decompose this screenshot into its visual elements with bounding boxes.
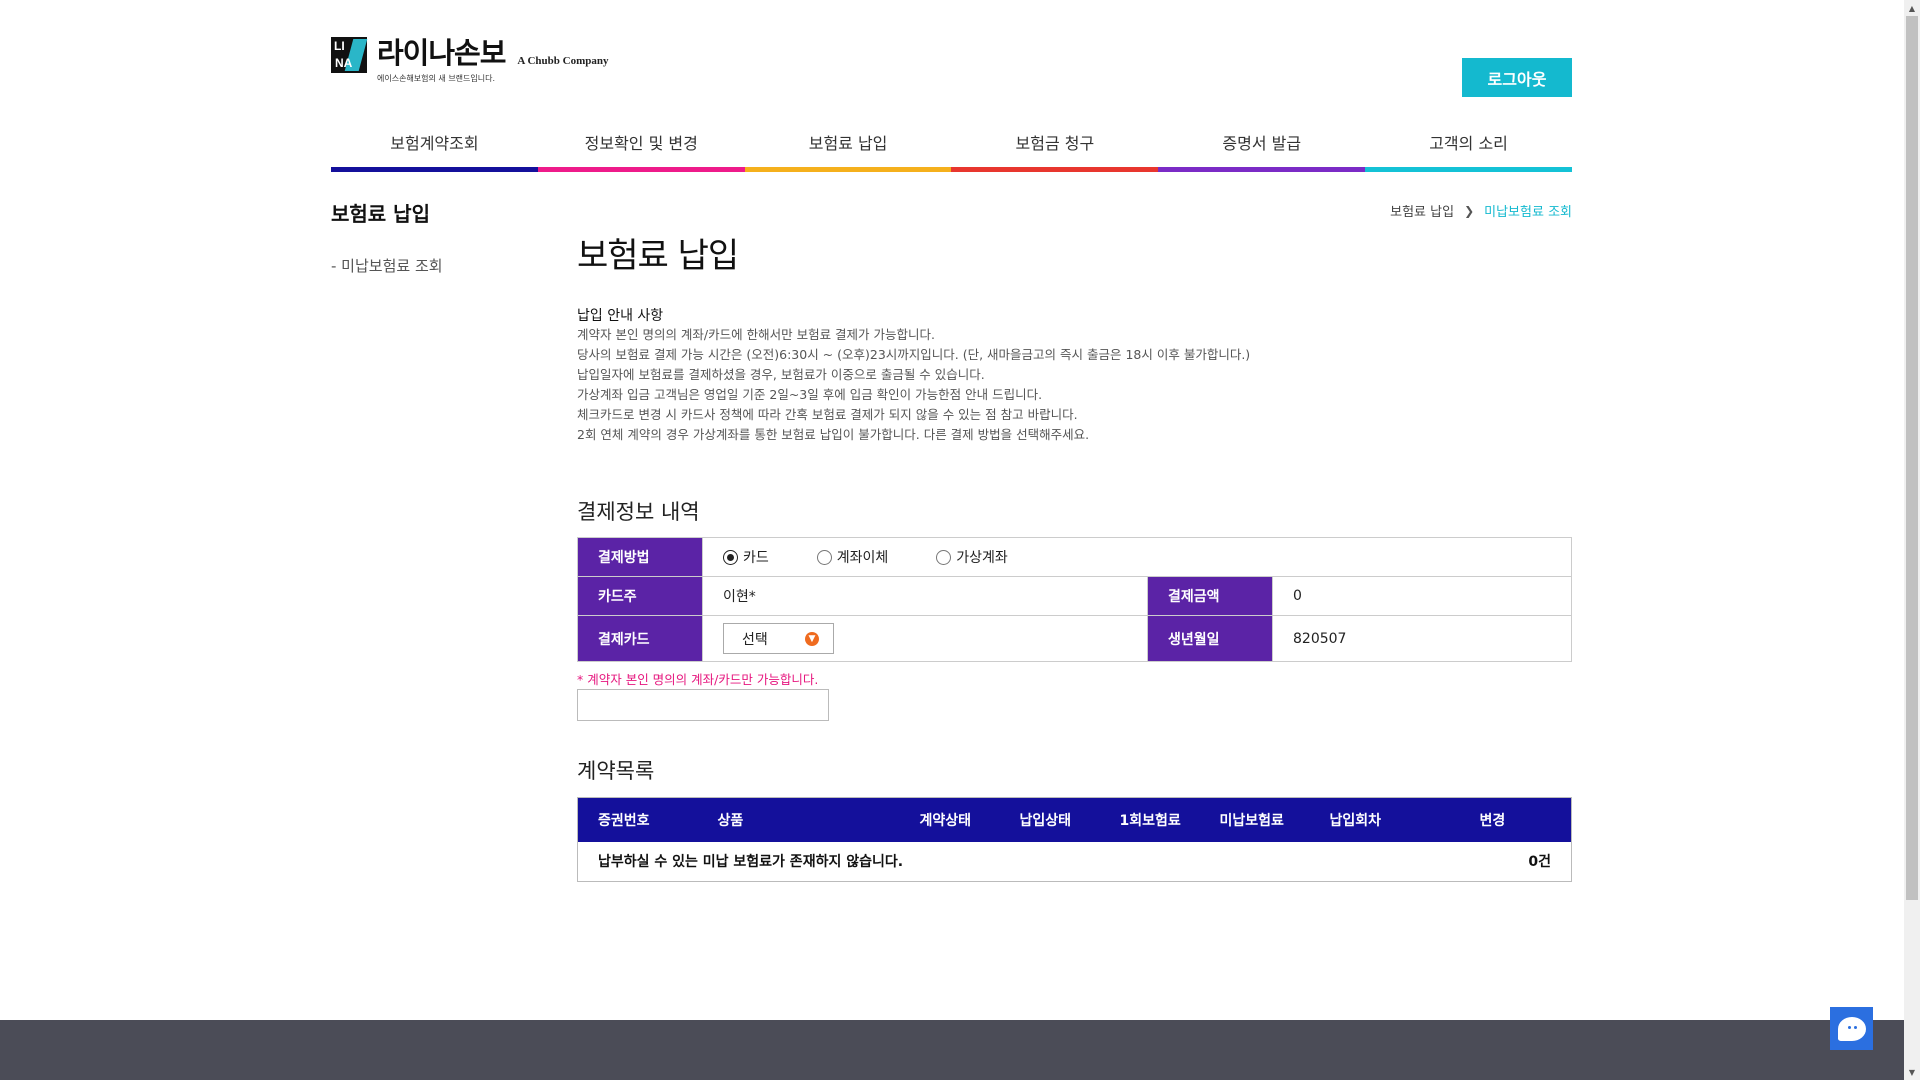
nav-label: 보험료 납입 — [808, 134, 888, 153]
radio-bank-transfer[interactable]: 계좌이체 — [816, 547, 889, 567]
column-header: 1회보험료 — [1119, 797, 1220, 842]
logout-button[interactable]: 로그아웃 — [1462, 58, 1572, 97]
logo-subtitle: 에이스손해보험의 새 브랜드입니다. — [377, 74, 496, 83]
nav-underline — [744, 167, 952, 172]
nav-label: 정보확인 및 변경 — [584, 134, 698, 153]
nav-underline — [537, 167, 745, 172]
nav-underline — [1158, 167, 1366, 172]
logo-name: 라이나손보 — [377, 36, 506, 70]
radio-label: 가상계좌 — [956, 550, 1008, 566]
breadcrumb-parent[interactable]: 보험료 납입 — [1390, 201, 1454, 220]
nav-item-contract-inquiry[interactable]: 보험계약조회 — [331, 128, 538, 172]
payment-card-cell: 선택 ▼ — [702, 615, 1148, 662]
column-header: 증권번호 — [577, 797, 718, 842]
main-nav: 보험계약조회 정보확인 및 변경 보험료 납입 보험금 청구 증명서 발급 고객… — [331, 128, 1572, 172]
payment-method-label: 결제방법 — [577, 537, 703, 577]
notice-line: 계약자 본인 명의의 계좌/카드에 한해서만 보험료 결제가 가능합니다. — [577, 327, 935, 342]
notice-title: 납입 안내 사항 — [577, 308, 664, 324]
nav-item-claim[interactable]: 보험금 청구 — [951, 128, 1159, 172]
nav-item-customer-voice[interactable]: 고객의 소리 — [1365, 128, 1572, 172]
birth-date-value: 820507 — [1272, 615, 1572, 662]
birth-date-label: 생년월일 — [1147, 615, 1273, 662]
contracts-section-title: 계약목록 — [577, 759, 655, 783]
breadcrumb: 보험료 납입 ❯ 미납보험료 조회 — [1390, 201, 1572, 221]
scroll-down-arrow-icon[interactable]: ▼ — [1904, 1064, 1920, 1080]
payment-card-select[interactable]: 선택 ▼ — [723, 623, 834, 654]
nav-label: 고객의 소리 — [1429, 134, 1508, 153]
empty-message: 납부하실 수 있는 미납 보험료가 존재하지 않습니다. — [598, 854, 904, 871]
nav-underline — [331, 167, 538, 172]
scroll-up-arrow-icon[interactable]: ▲ — [1904, 0, 1920, 16]
nav-item-info-change[interactable]: 정보확인 및 변경 — [537, 128, 745, 172]
column-header: 미납보험료 — [1219, 797, 1330, 842]
logo-mark: LI NA — [331, 37, 368, 73]
chevron-right-icon: ❯ — [1464, 203, 1475, 218]
nav-item-certificate[interactable]: 증명서 발급 — [1158, 128, 1366, 172]
card-holder-label: 카드주 — [577, 576, 703, 616]
payment-amount-value: 0 — [1272, 576, 1572, 616]
scrollbar-thumb[interactable] — [1906, 16, 1918, 900]
radio-card[interactable]: 카드 — [723, 547, 769, 567]
chatbot-button[interactable] — [1830, 1007, 1873, 1050]
nav-label: 보험금 청구 — [1015, 134, 1095, 153]
nav-label: 보험계약조회 — [390, 134, 479, 153]
sidebar-item-unpaid-premium[interactable]: - 미납보험료 조회 — [331, 255, 443, 276]
nav-underline — [951, 167, 1159, 172]
logo-letters-top: LI — [334, 39, 345, 53]
column-header: 납입회차 — [1329, 797, 1480, 842]
result-count: 0건 — [1528, 854, 1551, 871]
table-header-row: 증권번호 상품 계약상태 납입상태 1회보험료 미납보험료 납입회차 변경 — [577, 797, 1572, 842]
main-content: 보험료 납입 납입 안내 사항 계약자 본인 명의의 계좌/카드에 한해서만 보… — [577, 228, 1572, 445]
radio-label: 카드 — [743, 550, 769, 566]
payment-warning: * 계약자 본인 명의의 계좌/카드만 가능합니다. — [577, 672, 819, 687]
radio-checked-icon — [723, 549, 738, 565]
column-header: 납입상태 — [1019, 797, 1120, 842]
payment-amount-label: 결제금액 — [1147, 576, 1273, 616]
select-value: 선택 — [742, 631, 768, 648]
notice-line: 2회 연체 계약의 경우 가상계좌를 통한 보험료 납입이 불가합니다. 다른 … — [577, 427, 1090, 442]
logo-company: A Chubb Company — [517, 55, 609, 67]
payment-section-title: 결제정보 내역 — [577, 500, 700, 524]
radio-unchecked-icon — [816, 549, 832, 565]
breadcrumb-current: 미납보험료 조회 — [1484, 205, 1572, 220]
radio-label: 계좌이체 — [836, 550, 889, 566]
radio-virtual-account[interactable]: 가상계좌 — [936, 547, 1008, 567]
card-extra-field[interactable] — [577, 689, 829, 721]
sidebar-title: 보험료 납입 — [331, 202, 430, 226]
notice-line: 당사의 보험료 결제 가능 시간은 (오전)6:30시 ~ (오후)23시까지입… — [577, 347, 1251, 362]
payment-card-label: 결제카드 — [577, 615, 703, 662]
nav-label: 증명서 발급 — [1222, 134, 1302, 153]
radio-unchecked-icon — [936, 549, 952, 565]
logo-letters-bottom: NA — [335, 56, 353, 70]
chat-bubble-icon — [1837, 1016, 1866, 1041]
lina-logo[interactable]: LI NA 라이나손보 에이스손해보험의 새 브랜드입니다. A Chubb C… — [331, 37, 609, 84]
table-row: 납부하실 수 있는 미납 보험료가 존재하지 않습니다. 0건 — [578, 842, 1572, 882]
column-header: 상품 — [717, 797, 920, 842]
card-holder-value: 이현* — [702, 576, 1148, 616]
payment-info-table: 결제방법 카드 계좌이체 가상계좌 카드주 이현* 결제금액 0 결제카드 선택… — [577, 537, 1572, 662]
page: LI NA 라이나손보 에이스손해보험의 새 브랜드입니다. A Chubb C… — [0, 0, 1920, 1080]
vertical-scrollbar[interactable]: ▲ ▼ — [1904, 0, 1920, 1080]
nav-underline — [1365, 167, 1572, 172]
payment-method-options: 카드 계좌이체 가상계좌 — [702, 537, 1572, 577]
nav-item-premium-payment[interactable]: 보험료 납입 — [744, 128, 952, 172]
notice-line: 납입일자에 보험료를 결제하셨을 경우, 보험료가 이중으로 출금될 수 있습니… — [577, 367, 985, 382]
chevron-down-icon: ▼ — [805, 631, 819, 646]
column-header: 계약상태 — [919, 797, 1020, 842]
notice-line: 체크카드로 변경 시 카드사 정책에 따라 간혹 보험료 결제가 되지 않을 수… — [577, 407, 1078, 422]
contracts-table: 증권번호 상품 계약상태 납입상태 1회보험료 미납보험료 납입회차 변경 납부… — [577, 797, 1572, 882]
footer — [0, 1020, 1904, 1080]
page-title: 보험료 납입 — [577, 236, 739, 276]
column-header: 변경 — [1479, 797, 1572, 842]
notice-line: 가상계좌 입금 고객님은 영업일 기준 2일~3일 후에 입금 확인이 가능한점… — [577, 387, 1043, 402]
